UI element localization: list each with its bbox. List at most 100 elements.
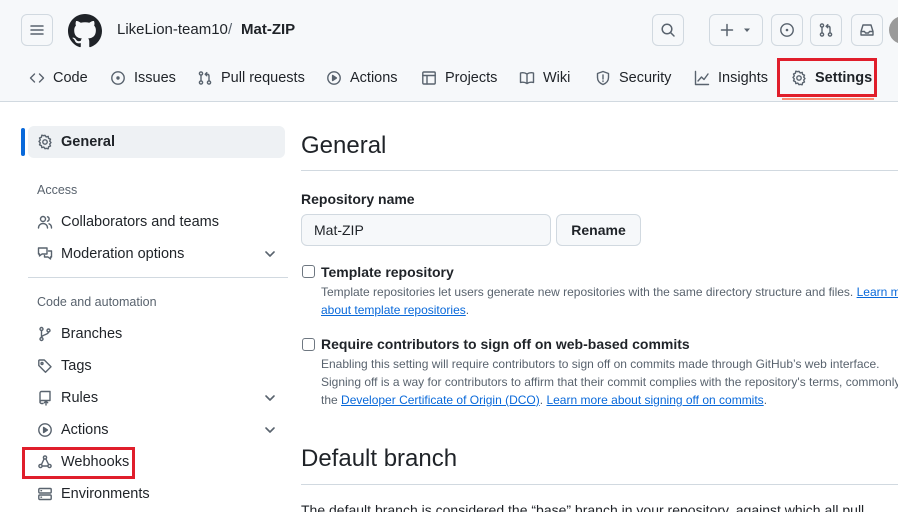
play-icon	[327, 71, 341, 85]
default-branch-title: Default branch	[301, 445, 458, 472]
sidebar-item-label: Moderation options	[61, 246, 185, 262]
signoff-desc-line3-pre: the	[321, 393, 338, 407]
people-icon	[37, 215, 53, 229]
graph-icon	[694, 70, 710, 86]
sidebar-item-label: Rules	[61, 390, 99, 406]
signoff-title: Require contributors to sign off on web-…	[321, 336, 690, 352]
git-pull-request-icon	[819, 23, 833, 37]
issue-opened-icon	[780, 23, 794, 37]
breadcrumb-owner[interactable]: LikeLion-team10	[117, 21, 228, 38]
template-repo-title: Template repository	[321, 264, 454, 280]
sidebar-item-label: Environments	[61, 486, 150, 502]
chevron-down-icon	[265, 251, 275, 257]
tab-wiki[interactable]: Wiki	[519, 62, 570, 94]
sidebar-item-general[interactable]: General	[28, 126, 285, 158]
sidebar-item-label: Tags	[61, 358, 92, 374]
signoff-desc-line2: Signing off is a way for contributors to…	[321, 375, 898, 389]
repo-name-label: Repository name	[301, 191, 415, 207]
triangle-down-icon	[744, 28, 750, 32]
tab-pull-requests-label: Pull requests	[221, 70, 305, 86]
inbox-icon	[860, 24, 874, 36]
search-icon	[661, 23, 675, 37]
sidebar-item-environments[interactable]: Environments	[28, 478, 285, 510]
template-repo-description: Template repositories let users generate…	[321, 283, 898, 319]
table-icon	[422, 71, 436, 85]
sidebar-item-branches[interactable]: Branches	[28, 318, 285, 350]
hamburger-icon	[30, 25, 44, 35]
breadcrumb-repo[interactable]: Mat-ZIP	[241, 21, 295, 38]
tab-issues[interactable]: Issues	[110, 62, 176, 94]
chevron-down-icon	[265, 427, 275, 433]
server-icon	[38, 487, 52, 501]
sidebar-item-label: Branches	[61, 326, 123, 342]
active-item-indicator	[21, 128, 25, 156]
active-tab-indicator	[782, 98, 874, 100]
tab-pull-requests[interactable]: Pull requests	[197, 62, 305, 94]
play-icon	[38, 423, 52, 437]
tab-projects[interactable]: Projects	[421, 62, 497, 94]
template-desc-end: .	[465, 303, 470, 317]
issue-opened-icon	[111, 71, 125, 85]
breadcrumb-separator: /	[228, 21, 233, 38]
tab-security[interactable]: Security	[595, 62, 671, 94]
tab-actions[interactable]: Actions	[326, 62, 398, 94]
tag-icon	[38, 359, 52, 373]
repo-nav-tabs: Code Issues Pull requests Actions Projec…	[0, 62, 898, 102]
settings-tab-highlight	[777, 58, 877, 97]
template-desc-text: Template repositories let users generate…	[321, 285, 854, 299]
signoff-desc-end: .	[763, 393, 768, 407]
menu-button[interactable]	[21, 14, 53, 46]
search-button[interactable]	[652, 14, 684, 46]
git-branch-icon	[39, 326, 51, 342]
tab-projects-label: Projects	[445, 70, 498, 86]
rename-button[interactable]: Rename	[556, 214, 641, 246]
code-icon	[29, 73, 45, 83]
sidebar-divider	[28, 277, 288, 278]
signoff-description: Enabling this setting will require contr…	[321, 355, 898, 409]
tab-insights[interactable]: Insights	[694, 62, 768, 94]
repo-name-input[interactable]	[301, 214, 551, 246]
git-pull-request-icon	[198, 71, 212, 85]
repo-header: LikeLion-team10 / Mat-ZIP Code Issues Pu…	[0, 0, 898, 102]
title-divider	[301, 170, 898, 171]
book-icon	[519, 71, 535, 85]
shield-icon	[596, 70, 610, 86]
tab-actions-label: Actions	[350, 70, 398, 86]
user-avatar[interactable]	[889, 16, 898, 44]
sidebar-item-actions[interactable]: Actions	[28, 414, 285, 446]
sidebar-item-collaborators[interactable]: Collaborators and teams	[28, 206, 285, 238]
signoff-learn-more-link[interactable]: Learn more about signing off on commits	[546, 393, 763, 407]
sidebar-item-moderation[interactable]: Moderation options	[28, 238, 285, 270]
sidebar-heading-code-automation: Code and automation	[37, 295, 157, 309]
tab-code[interactable]: Code	[29, 62, 88, 94]
sidebar-heading-access: Access	[37, 183, 78, 197]
template-repo-checkbox[interactable]	[302, 265, 315, 278]
tab-code-label: Code	[53, 70, 88, 86]
dco-link[interactable]: Developer Certificate of Origin (DCO)	[341, 393, 540, 407]
learn-more-link[interactable]: Learn more	[857, 285, 898, 299]
chevron-down-icon	[265, 395, 275, 401]
comment-discussion-icon	[37, 247, 53, 260]
signoff-desc-mid: .	[539, 393, 544, 407]
page-title: General	[301, 132, 387, 159]
repo-push-icon	[39, 390, 51, 406]
create-new-button[interactable]	[709, 14, 763, 46]
tab-issues-label: Issues	[134, 70, 176, 86]
github-logo-icon[interactable]	[68, 14, 102, 48]
your-pull-requests-button[interactable]	[810, 14, 842, 46]
default-branch-divider	[301, 484, 898, 485]
signoff-desc-line1: Enabling this setting will require contr…	[321, 357, 880, 371]
your-issues-button[interactable]	[771, 14, 803, 46]
gear-icon	[38, 134, 52, 150]
tab-insights-label: Insights	[718, 70, 768, 86]
inbox-button[interactable]	[851, 14, 883, 46]
webhooks-highlight	[22, 447, 135, 479]
template-docs-link[interactable]: about template repositories	[321, 303, 466, 317]
tab-wiki-label: Wiki	[543, 70, 571, 86]
sidebar-item-rules[interactable]: Rules	[28, 382, 285, 414]
sidebar-item-label: General	[61, 134, 115, 150]
tab-security-label: Security	[619, 70, 672, 86]
default-branch-description: The default branch is considered the “ba…	[301, 502, 865, 512]
signoff-checkbox[interactable]	[302, 338, 315, 351]
sidebar-item-tags[interactable]: Tags	[28, 350, 285, 382]
